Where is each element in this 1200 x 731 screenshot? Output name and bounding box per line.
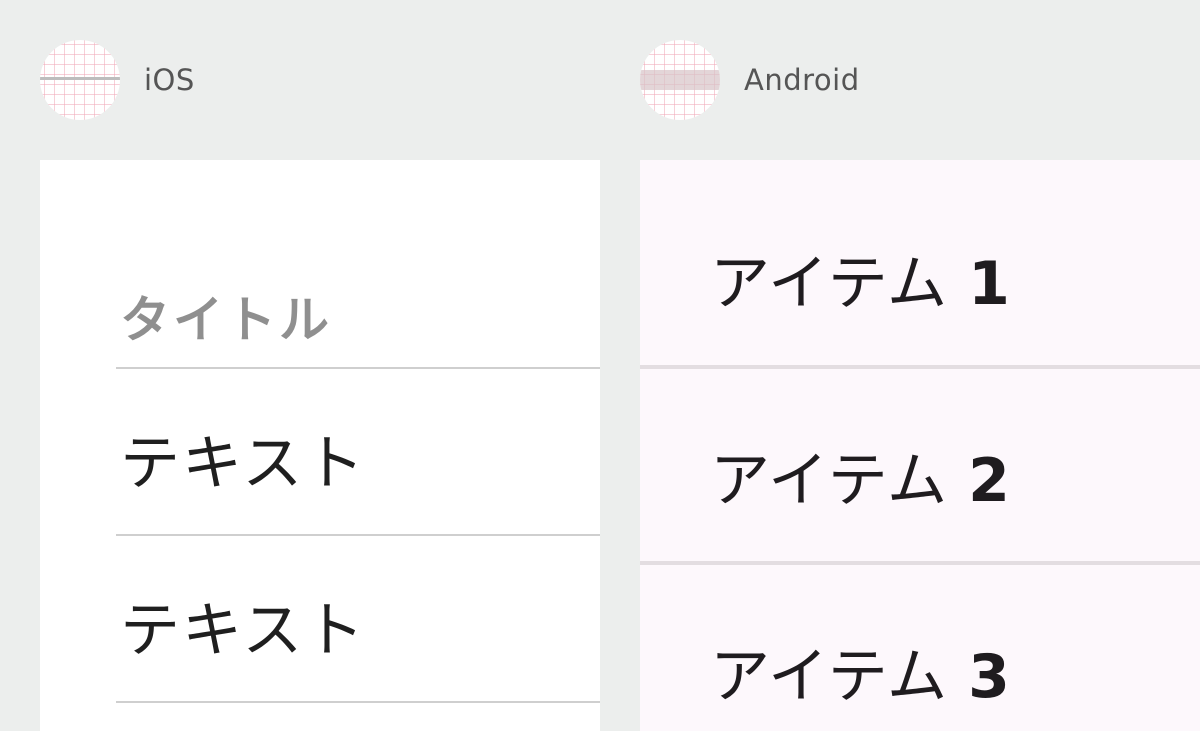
ios-platform-header: iOS [40, 40, 195, 120]
ios-row-divider [116, 534, 600, 536]
ios-grid-list-icon [40, 40, 120, 120]
android-platform-header: Android [640, 40, 860, 120]
android-item-label: アイテム [710, 249, 948, 319]
ios-list-row-2[interactable]: テキスト [120, 582, 366, 669]
android-item-divider [640, 365, 1200, 369]
ios-platform-label: iOS [144, 63, 195, 97]
android-item-band [640, 70, 720, 90]
android-item-divider [640, 561, 1200, 565]
android-platform-label: Android [744, 63, 860, 97]
android-list-panel: アイテム 1 アイテム 2 アイテム 3 [640, 160, 1200, 731]
android-item-label: アイテム [710, 642, 948, 712]
android-list-item-3[interactable]: アイテム 3 [710, 628, 1011, 715]
android-list-item-1[interactable]: アイテム 1 [710, 235, 1011, 322]
ios-list-panel: タイトル テキスト テキスト [40, 160, 600, 731]
ios-separator-bar [40, 77, 120, 80]
ios-section-title: タイトル [120, 291, 332, 349]
android-item-number: 2 [968, 446, 1011, 516]
ios-section-divider [116, 367, 600, 369]
ios-list-row-1[interactable]: テキスト [120, 415, 366, 502]
android-item-number: 1 [968, 249, 1011, 319]
android-item-number: 3 [968, 642, 1011, 712]
ios-row-divider [116, 701, 600, 703]
android-list-item-2[interactable]: アイテム 2 [710, 432, 1011, 519]
android-item-label: アイテム [710, 446, 948, 516]
android-grid-list-icon [640, 40, 720, 120]
